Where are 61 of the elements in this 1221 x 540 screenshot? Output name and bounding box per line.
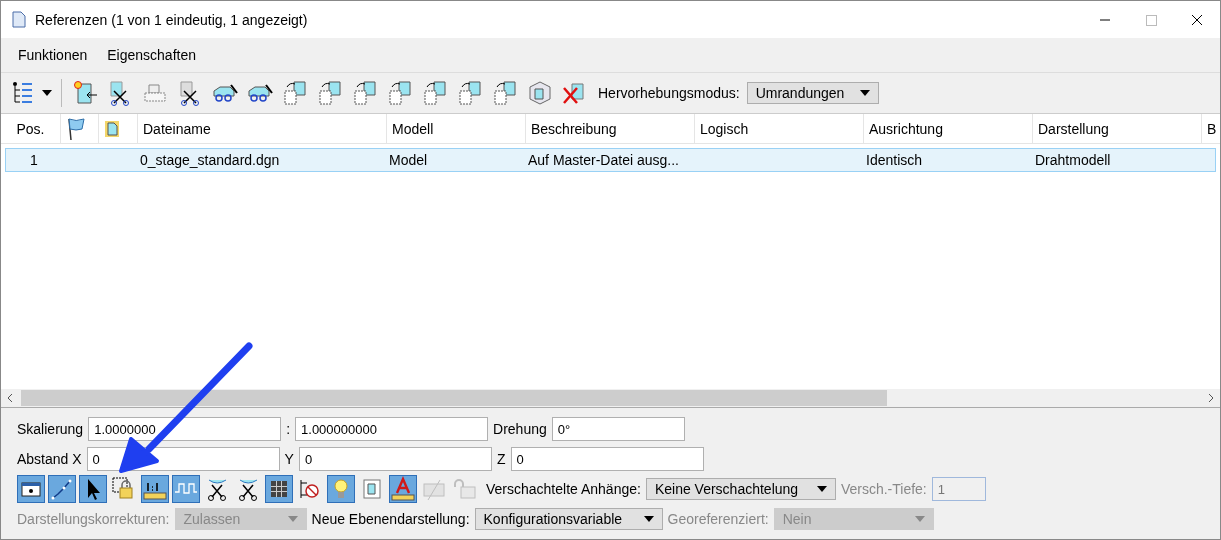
grid-icon[interactable] bbox=[265, 475, 293, 503]
polyline-icon[interactable] bbox=[48, 475, 76, 503]
highlight-mode-label: Hervorhebungsmodus: bbox=[598, 85, 740, 101]
table-cell: 1 bbox=[30, 152, 38, 168]
column-header[interactable]: Pos. bbox=[16, 120, 45, 137]
scale-icon[interactable] bbox=[141, 475, 169, 503]
offset-z-label: Z bbox=[496, 451, 506, 467]
table-cell: Identisch bbox=[866, 152, 923, 168]
option-label: Georeferenziert: bbox=[667, 511, 769, 527]
document-copy-icon[interactable] bbox=[351, 79, 379, 107]
table-row[interactable]: 1 0_stage_standard.dgn Model Auf Master-Datei ausg... Identisch Drahtmodell bbox=[5, 148, 1216, 172]
wave-icon[interactable] bbox=[172, 475, 200, 503]
caret-icon bbox=[816, 486, 827, 492]
menu-item[interactable]: Eigenschaften bbox=[107, 47, 196, 63]
document-icon bbox=[12, 11, 26, 28]
nesting-dropdown[interactable]: Keine Verschachtelung bbox=[645, 478, 836, 500]
cursor-icon[interactable] bbox=[79, 475, 107, 503]
rotation-label: Drehung bbox=[493, 421, 547, 437]
menu-item[interactable]: Funktionen bbox=[18, 47, 88, 63]
caret-icon[interactable] bbox=[42, 90, 52, 96]
column-header[interactable]: Modell bbox=[392, 120, 434, 137]
scale-field[interactable]: 1.0000000 bbox=[88, 417, 282, 441]
offset-x-label: Abstand X bbox=[17, 451, 82, 467]
table-cell: 0_stage_standard.dgn bbox=[140, 152, 280, 168]
caret-icon bbox=[643, 516, 654, 522]
document-icon bbox=[104, 119, 120, 138]
table-cell: Auf Master-Datei ausg... bbox=[528, 152, 679, 168]
view-icon[interactable] bbox=[17, 475, 45, 503]
bulb-icon[interactable] bbox=[327, 475, 355, 503]
text-icon[interactable] bbox=[389, 475, 417, 503]
caret-icon bbox=[287, 516, 298, 522]
table-cell: Drahtmodell bbox=[1035, 152, 1111, 168]
tree-view-icon[interactable] bbox=[11, 80, 35, 106]
column-header[interactable]: B bbox=[1207, 120, 1217, 137]
cube-icon[interactable] bbox=[526, 79, 554, 107]
offset-z-field[interactable]: 0 bbox=[510, 447, 704, 471]
document-copy-icon[interactable] bbox=[316, 79, 344, 107]
column-header[interactable]: Ausrichtung bbox=[869, 120, 943, 137]
window-title: Referenzen (1 von 1 eindeutig, 1 angezeigt) bbox=[35, 11, 308, 28]
column-header[interactable]: Dateiname bbox=[143, 120, 211, 137]
offset-y-field[interactable]: 0 bbox=[298, 447, 492, 471]
option-label: Darstellungskorrekturen: bbox=[17, 511, 170, 527]
horizontal-scrollbar[interactable] bbox=[1, 389, 1220, 407]
document-star-icon[interactable] bbox=[71, 79, 99, 107]
scale-separator: : bbox=[286, 421, 291, 437]
column-header[interactable]: Beschreibung bbox=[531, 120, 617, 137]
offset-y-label: Y bbox=[284, 451, 294, 467]
option-dropdown[interactable]: Konfigurationsvariable bbox=[474, 508, 663, 530]
nesting-depth-label: Versch.-Tiefe: bbox=[840, 481, 927, 497]
flag-icon bbox=[66, 116, 86, 141]
option-label: Neue Ebenendarstellung: bbox=[311, 511, 470, 527]
caret-icon bbox=[914, 516, 925, 522]
caret-icon bbox=[859, 90, 870, 96]
nesting-label: Verschachtelte Anhänge: bbox=[486, 481, 641, 497]
column-header[interactable]: Logisch bbox=[700, 120, 749, 137]
table-cell: Model bbox=[389, 152, 428, 168]
column-header[interactable]: Darstellung bbox=[1038, 120, 1109, 137]
scale-field[interactable]: 1.000000000 bbox=[295, 417, 489, 441]
rotation-field[interactable]: 0° bbox=[551, 417, 685, 441]
scale-label: Skalierung bbox=[17, 421, 84, 437]
highlight-mode-dropdown[interactable]: Umrandungen bbox=[746, 82, 879, 104]
